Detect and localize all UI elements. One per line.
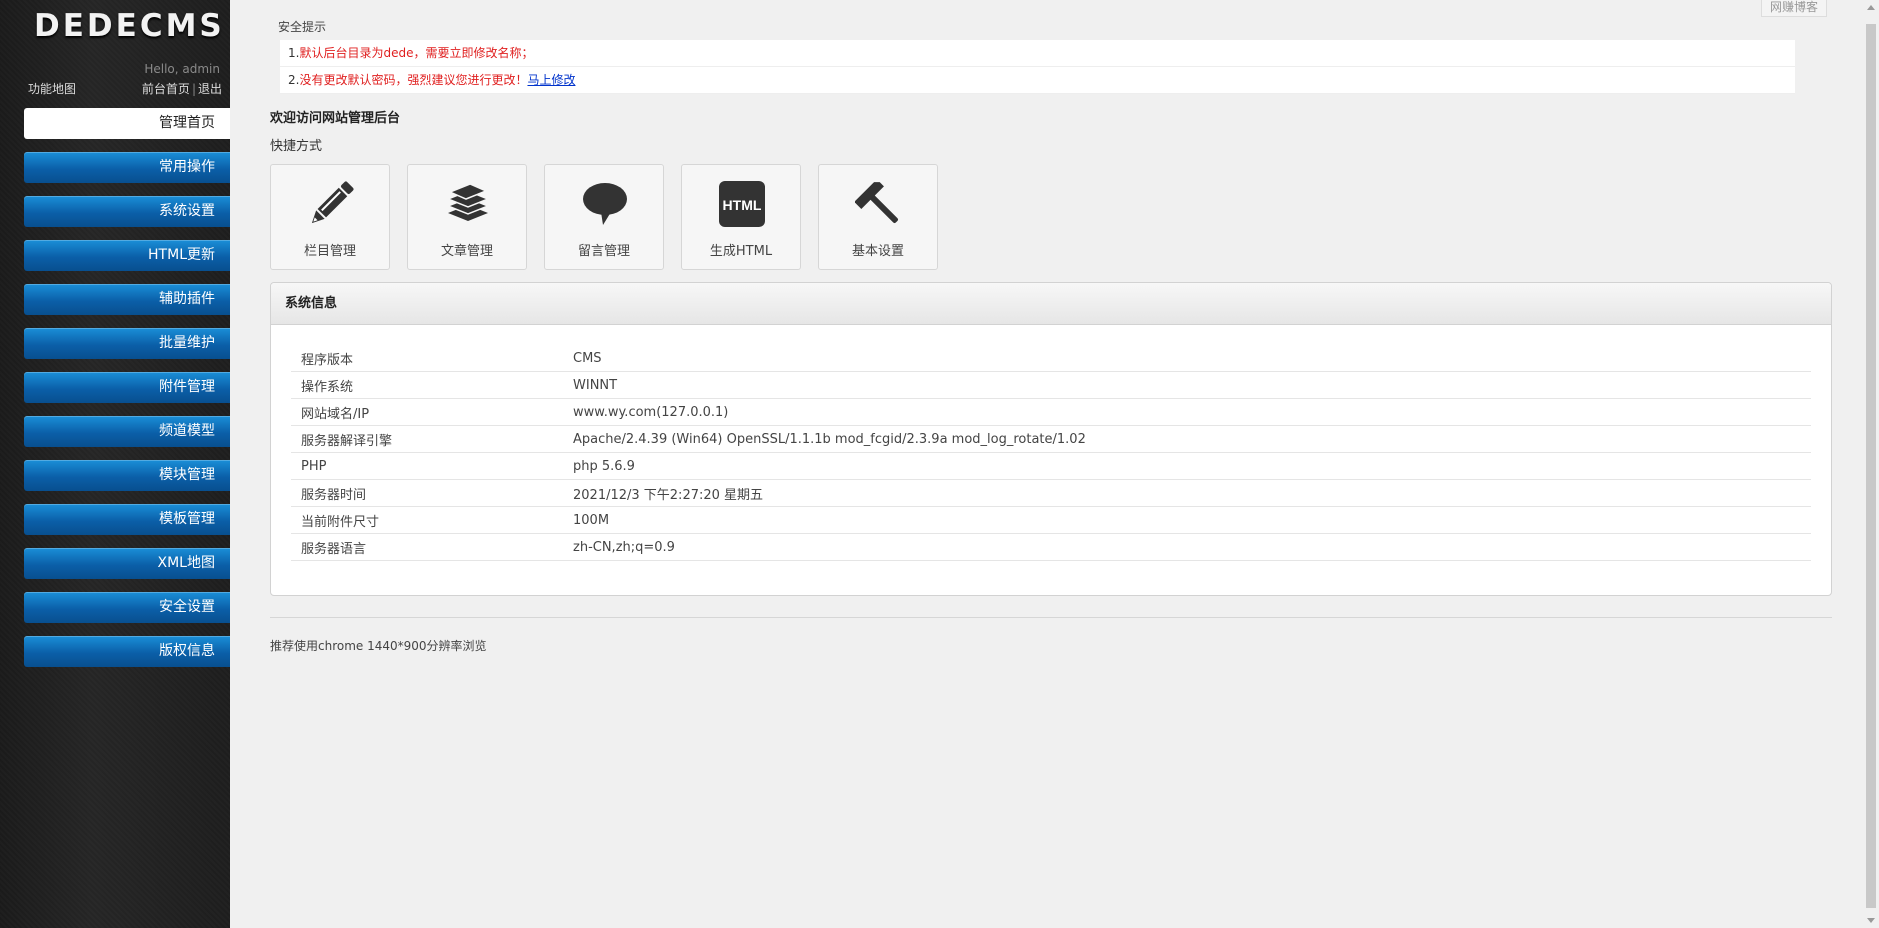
table-row: 服务器解译引擎 Apache/2.4.39 (Win64) OpenSSL/1.1… [291,425,1811,453]
corner-tab[interactable]: 网赚博客 [1760,0,1827,17]
info-key: 程序版本 [291,345,573,372]
notice-text: 没有更改默认密码，强烈建议您进行更改！ [299,73,528,87]
speech-bubble-icon [583,183,627,225]
shortcut-label: 留言管理 [577,244,630,259]
hammer-icon [855,182,898,223]
sidebar-item-attachments[interactable]: 附件管理 [24,372,230,403]
footer-text: 推荐使用chrome 1440*900分辨率浏览 [270,639,487,653]
front-home-link[interactable]: 前台首页 [142,82,190,96]
notice-item: 1.默认后台目录为dede，需要立即修改名称； [280,40,1795,67]
stack-icon [445,183,491,221]
shortcut-article-manage[interactable]: 文章管理 [407,164,527,270]
system-info-panel: 系统信息 程序版本 CMS 操作系统 WINNT 网站域名/IP www.wy.com… [270,282,1832,596]
info-key: 服务器语言 [291,533,573,561]
notice-number: 1. [288,46,300,60]
scrollbar-thumb[interactable] [1866,24,1876,908]
logout-link[interactable]: 退出 [198,82,222,96]
security-notices: 1.默认后台目录为dede，需要立即修改名称； 2.没有更改默认密码，强烈建议您… [280,40,1795,94]
logo: DEDECMS [34,8,225,44]
shortcuts-title: 快捷方式 [270,139,323,154]
sidebar-item-xml-sitemap[interactable]: XML地图 [24,548,230,579]
info-value: php 5.6.9 [573,452,1811,480]
info-key: 当前附件尺寸 [291,506,573,534]
info-value: CMS [573,345,1811,372]
table-row: 服务器语言 zh-CN,zh;q=0.9 [291,533,1811,561]
info-key: 服务器时间 [291,479,573,507]
security-title: 安全提示 [278,20,327,34]
sidebar-item-plugins[interactable]: 辅助插件 [24,284,230,315]
info-value: Apache/2.4.39 (Win64) OpenSSL/1.1.1b mod… [573,425,1811,453]
pencil-icon [311,181,354,224]
notice-number: 2. [288,73,300,87]
table-row: 当前附件尺寸 100M [291,506,1811,534]
scroll-up-arrow-icon[interactable] [1867,5,1875,10]
shortcut-generate-html[interactable]: HTML 生成HTML [681,164,801,270]
info-key: PHP [291,452,573,480]
sidebar-item-html-update[interactable]: HTML更新 [24,240,230,271]
footer-divider [270,617,1832,618]
top-links: 前台首页 | 退出 [142,80,222,97]
shortcut-label: 栏目管理 [303,244,356,259]
greeting: Hello, admin [144,62,220,76]
info-value: www.wy.com(127.0.0.1) [573,398,1811,426]
sidebar-item-batch-maintenance[interactable]: 批量维护 [24,328,230,359]
sidebar-item-copyright[interactable]: 版权信息 [24,636,230,667]
sidebar: DEDECMS Hello, admin 功能地图 前台首页 | 退出 管理首页 常… [0,0,230,928]
info-value: 100M [573,506,1811,534]
table-row: 服务器时间 2021/12/3 下午2:27:20 星期五 [291,479,1811,507]
info-value: 2021/12/3 下午2:27:20 星期五 [573,479,1811,507]
html-icon-text: HTML [723,197,762,213]
shortcut-basic-settings[interactable]: 基本设置 [818,164,938,270]
shortcut-column-manage[interactable]: 栏目管理 [270,164,390,270]
link-separator: | [191,82,196,96]
notice-text: 默认后台目录为dede，需要立即修改名称； [299,46,534,60]
sidebar-item-templates[interactable]: 模板管理 [24,504,230,535]
sidebar-item-system-settings[interactable]: 系统设置 [24,196,230,227]
info-value: WINNT [573,371,1811,399]
scroll-down-arrow-icon[interactable] [1867,918,1875,923]
sidebar-item-admin-home[interactable]: 管理首页 [24,108,230,139]
sidebar-item-security[interactable]: 安全设置 [24,592,230,623]
table-row: 程序版本 CMS [291,345,1811,372]
shortcut-label: 基本设置 [851,244,904,259]
sidebar-item-channel-models[interactable]: 频道模型 [24,416,230,447]
change-password-link[interactable]: 马上修改 [527,73,575,87]
vertical-scrollbar[interactable] [1862,0,1879,928]
system-info-title: 系统信息 [271,283,1831,325]
sidebar-nav: 管理首页 常用操作 系统设置 HTML更新 辅助插件 批量维护 附件管理 频道模… [24,108,230,680]
welcome-heading: 欢迎访问网站管理后台 [270,111,401,126]
sidebar-item-modules[interactable]: 模块管理 [24,460,230,491]
html-icon: HTML [719,181,765,227]
info-value: zh-CN,zh;q=0.9 [573,533,1811,561]
shortcut-label: 生成HTML [709,244,773,259]
info-key: 操作系统 [291,371,573,399]
sidebar-item-common-ops[interactable]: 常用操作 [24,152,230,183]
table-row: 网站域名/IP www.wy.com(127.0.0.1) [291,398,1811,426]
table-row: 操作系统 WINNT [291,371,1811,399]
info-key: 服务器解译引擎 [291,425,573,453]
table-row: PHP php 5.6.9 [291,452,1811,480]
sitemap-link[interactable]: 功能地图 [28,80,76,97]
shortcut-message-manage[interactable]: 留言管理 [544,164,664,270]
info-key: 网站域名/IP [291,398,573,426]
shortcut-label: 文章管理 [440,244,493,259]
system-info-table: 程序版本 CMS 操作系统 WINNT 网站域名/IP www.wy.com(127.… [291,345,1811,561]
notice-item: 2.没有更改默认密码，强烈建议您进行更改！马上修改 [280,67,1795,94]
